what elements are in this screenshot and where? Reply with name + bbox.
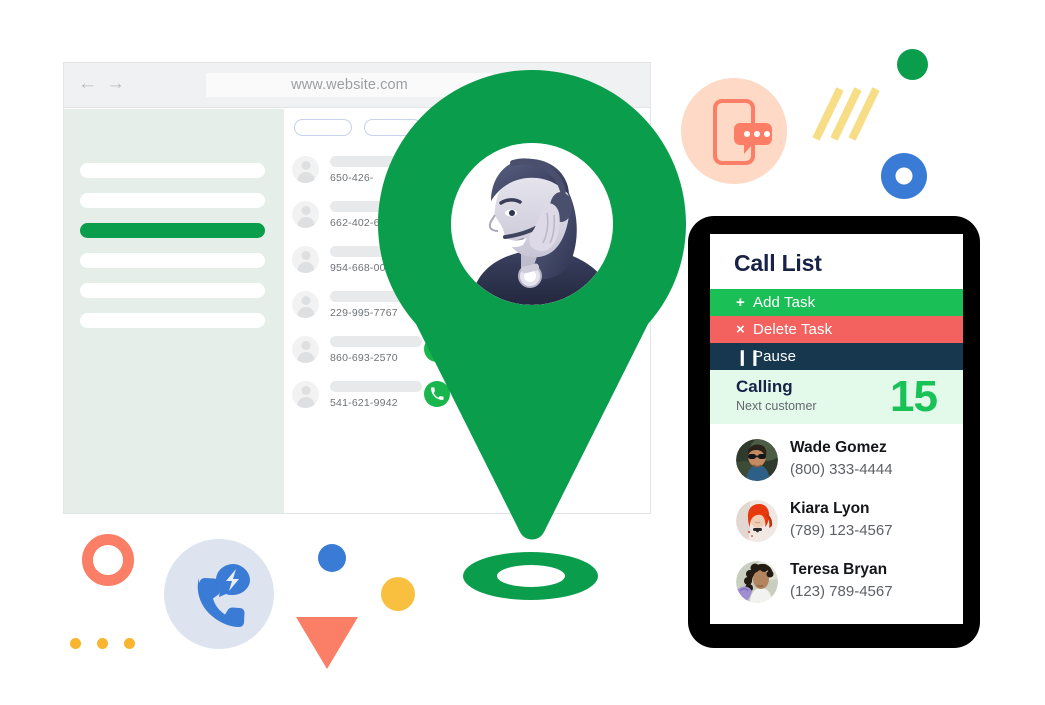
- illustration-canvas: ← → www.website.com 650-426- 662-402-62 …: [0, 0, 1045, 705]
- page-title: Call List: [734, 250, 822, 276]
- name-placeholder: [330, 201, 408, 212]
- diagonal-stripes-decoration: [810, 83, 880, 150]
- name-placeholder: [330, 336, 422, 347]
- plus-icon: +: [736, 294, 745, 311]
- green-dot-decoration: [897, 49, 928, 80]
- filter-pill-2[interactable]: [364, 119, 422, 136]
- contact-name: Wade Gomez: [790, 439, 887, 456]
- avatar: [736, 500, 778, 542]
- avatar: [292, 381, 319, 408]
- phone-icon: [431, 342, 444, 355]
- phone-number: 541-621-9942: [330, 397, 398, 409]
- arrow-right-icon[interactable]: →: [106, 74, 125, 94]
- avatar-woman-red-hair: [736, 500, 778, 542]
- sidebar-item-4[interactable]: [80, 253, 265, 268]
- avatar: [736, 561, 778, 603]
- sidebar-item-6[interactable]: [80, 313, 265, 328]
- phone-icon: [431, 387, 444, 400]
- add-task-button[interactable]: + Add Task: [710, 289, 963, 316]
- pause-button[interactable]: ❙❙ Pause: [710, 343, 963, 370]
- delete-task-button[interactable]: × Delete Task: [710, 316, 963, 343]
- avatar: [292, 201, 319, 228]
- row-extra-placeholder: [524, 301, 576, 314]
- table-row[interactable]: 229-995-7767: [292, 289, 632, 334]
- contact-phone: (123) 789-4567: [790, 583, 893, 600]
- sidebar-item-5[interactable]: [80, 283, 265, 298]
- dot-1: [70, 638, 81, 649]
- queue-count: 15: [890, 372, 938, 421]
- filter-pill-1[interactable]: [294, 119, 352, 136]
- row-extra-placeholder: [524, 211, 576, 224]
- call-button[interactable]: [424, 336, 450, 362]
- pause-label: Pause: [753, 348, 797, 365]
- yellow-dots-decoration: [70, 638, 135, 649]
- coral-triangle-decoration: [296, 617, 358, 669]
- phone-number: 954-668-0057: [330, 262, 398, 274]
- browser-content: 650-426- 662-402-62 954-668-0057 229-995…: [284, 109, 650, 513]
- table-row[interactable]: 662-402-62: [292, 199, 632, 244]
- avatar-man-sunglasses: [736, 439, 778, 481]
- table-row[interactable]: 860-693-2570: [292, 334, 632, 379]
- call-button[interactable]: [424, 381, 450, 407]
- table-row[interactable]: 541-621-9942: [292, 379, 632, 424]
- browser-toolbar: ← → www.website.com: [64, 63, 650, 108]
- address-bar[interactable]: www.website.com: [206, 73, 493, 97]
- contact-name: Teresa Bryan: [790, 561, 888, 578]
- avatar-woman-curly-hair: [736, 561, 778, 603]
- delete-task-label: Delete Task: [753, 321, 833, 338]
- name-placeholder: [330, 381, 422, 392]
- contact-phone: (789) 123-4567: [790, 522, 893, 539]
- blue-ring-decoration: [881, 153, 927, 199]
- avatar: [292, 336, 319, 363]
- yellow-dot-decoration: [381, 577, 415, 611]
- avatar: [736, 439, 778, 481]
- name-placeholder: [330, 156, 408, 167]
- close-icon: ×: [736, 321, 745, 338]
- row-extra-placeholder: [524, 166, 576, 179]
- sidebar-item-1[interactable]: [80, 163, 265, 178]
- list-item[interactable]: Kiara Lyon (789) 123-4567: [710, 500, 963, 546]
- avatar: [292, 246, 319, 273]
- calling-label: Calling: [736, 377, 793, 396]
- dot-2: [97, 638, 108, 649]
- table-row[interactable]: 650-426-: [292, 154, 632, 199]
- sidebar-item-3-active[interactable]: [80, 223, 265, 238]
- pause-icon: ❙❙: [736, 348, 762, 366]
- list-item[interactable]: Wade Gomez (800) 333-4444: [710, 439, 963, 485]
- add-task-label: Add Task: [753, 294, 816, 311]
- browser-sidebar: [64, 109, 284, 513]
- sidebar-item-2[interactable]: [80, 193, 265, 208]
- avatar: [292, 156, 319, 183]
- next-customer-label: Next customer: [736, 399, 817, 413]
- browser-window: ← → www.website.com 650-426- 662-402-62 …: [63, 62, 651, 514]
- phone-number: 650-426-: [330, 172, 374, 184]
- pin-base-ellipse: [463, 552, 598, 600]
- phone-lightning-icon: [185, 560, 257, 633]
- phone-chat-icon: [710, 97, 776, 172]
- name-placeholder: [330, 246, 408, 257]
- avatar: [292, 291, 319, 318]
- arrow-left-icon[interactable]: ←: [78, 74, 97, 94]
- row-extra-placeholder: [524, 256, 576, 269]
- address-bar-text: www.website.com: [291, 77, 408, 93]
- coral-ring-decoration: [82, 534, 134, 586]
- contact-phone: (800) 333-4444: [790, 461, 893, 478]
- name-placeholder: [330, 291, 408, 302]
- calling-status-panel: Calling Next customer 15: [710, 370, 963, 424]
- browser-nav-arrows: ← →: [78, 74, 125, 94]
- contact-name: Kiara Lyon: [790, 500, 870, 517]
- phone-number: 229-995-7767: [330, 307, 398, 319]
- dot-3: [124, 638, 135, 649]
- tablet-screen: Call List + Add Task × Delete Task ❙❙ Pa…: [710, 234, 963, 624]
- row-extra-placeholder: [524, 391, 576, 404]
- phone-number: 860-693-2570: [330, 352, 398, 364]
- table-row[interactable]: 954-668-0057: [292, 244, 632, 289]
- row-extra-placeholder: [524, 346, 576, 359]
- tablet-device: Call List + Add Task × Delete Task ❙❙ Pa…: [688, 216, 980, 648]
- list-item[interactable]: Teresa Bryan (123) 789-4567: [710, 561, 963, 607]
- blue-dot-decoration: [318, 544, 346, 572]
- phone-number: 662-402-62: [330, 217, 386, 229]
